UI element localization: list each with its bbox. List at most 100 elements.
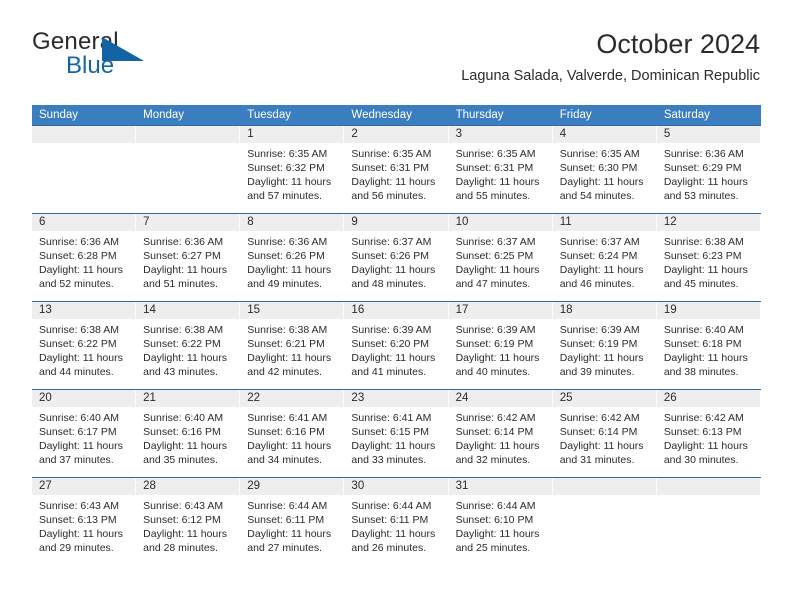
day-number-band	[32, 126, 137, 143]
day-details: Sunrise: 6:36 AM Sunset: 6:28 PM Daylight:…	[32, 231, 136, 291]
sunrise-text: Sunrise: 6:40 AM	[663, 324, 744, 336]
day-details: Sunrise: 6:38 AM Sunset: 6:22 PM Daylight:…	[32, 319, 136, 379]
calendar-day-cell[interactable]: 2 Sunrise: 6:35 AM Sunset: 6:31 PM Daylight…	[344, 126, 449, 213]
sunset-text: Sunset: 6:26 PM	[247, 250, 325, 262]
calendar-day-cell[interactable]: 23 Sunrise: 6:41 AM Sunset: 6:15 PM Dayligh…	[344, 390, 449, 477]
calendar-day-cell[interactable]: 19 Sunrise: 6:40 AM Sunset: 6:18 PM Dayligh…	[656, 302, 761, 389]
calendar-day-cell[interactable]: 13 Sunrise: 6:38 AM Sunset: 6:22 PM Dayligh…	[32, 302, 137, 389]
weekday-header-monday: Monday	[143, 109, 185, 121]
sunrise-text: Sunrise: 6:37 AM	[559, 236, 640, 248]
calendar-day-cell[interactable]: 3 Sunrise: 6:35 AM Sunset: 6:31 PM Daylight…	[448, 126, 553, 213]
day-number: 23	[351, 392, 365, 404]
calendar-day-cell[interactable]: 11 Sunrise: 6:37 AM Sunset: 6:24 PM Dayligh…	[552, 214, 657, 301]
sunrise-text: Sunrise: 6:35 AM	[351, 148, 432, 160]
day-number: 16	[351, 304, 365, 316]
day-number: 25	[559, 392, 573, 404]
daylight-text-line2: and 30 minutes.	[663, 454, 739, 466]
calendar-day-cell[interactable]: 10 Sunrise: 6:37 AM Sunset: 6:25 PM Dayligh…	[448, 214, 553, 301]
daylight-text-line1: Daylight: 11 hours	[351, 352, 436, 364]
daylight-text-line2: and 47 minutes.	[455, 278, 531, 290]
day-number: 11	[559, 216, 572, 228]
sunset-text: Sunset: 6:31 PM	[351, 162, 430, 174]
day-number-band: 9	[344, 214, 449, 231]
day-details: Sunrise: 6:42 AM Sunset: 6:13 PM Daylight:…	[657, 407, 761, 467]
daylight-text-line1: Daylight: 11 hours	[247, 528, 332, 540]
weekday-header-saturday: Saturday	[663, 109, 710, 121]
calendar-day-cell[interactable]: 15 Sunrise: 6:38 AM Sunset: 6:21 PM Dayligh…	[240, 302, 345, 389]
daylight-text-line1: Daylight: 11 hours	[455, 528, 540, 540]
day-details: Sunrise: 6:41 AM Sunset: 6:16 PM Daylight:…	[240, 407, 344, 467]
sunset-text: Sunset: 6:25 PM	[455, 250, 534, 262]
calendar-day-cell[interactable]: 20 Sunrise: 6:40 AM Sunset: 6:17 PM Dayligh…	[32, 390, 137, 477]
calendar-day-cell[interactable]: 26 Sunrise: 6:42 AM Sunset: 6:13 PM Dayligh…	[656, 390, 761, 477]
daylight-text-line2: and 32 minutes.	[455, 454, 531, 466]
sunrise-text: Sunrise: 6:38 AM	[663, 236, 744, 248]
sunrise-text: Sunrise: 6:37 AM	[351, 236, 432, 248]
calendar-day-cell[interactable]: 24 Sunrise: 6:42 AM Sunset: 6:14 PM Dayligh…	[448, 390, 553, 477]
calendar-day-cell[interactable]: 25 Sunrise: 6:42 AM Sunset: 6:14 PM Dayligh…	[552, 390, 657, 477]
sunset-text: Sunset: 6:22 PM	[143, 338, 221, 350]
daylight-text-line1: Daylight: 11 hours	[39, 528, 123, 540]
brand-name-blue: Blue	[66, 52, 115, 79]
daylight-text-line2: and 27 minutes.	[247, 542, 322, 554]
calendar-day-cell[interactable]: 21 Sunrise: 6:40 AM Sunset: 6:16 PM Dayligh…	[136, 390, 241, 477]
daylight-text-line1: Daylight: 11 hours	[559, 264, 644, 276]
calendar-day-cell[interactable]: 18 Sunrise: 6:39 AM Sunset: 6:19 PM Dayligh…	[552, 302, 657, 389]
day-details: Sunrise: 6:39 AM Sunset: 6:20 PM Daylight:…	[344, 319, 448, 379]
calendar-day-cell[interactable]: 28 Sunrise: 6:43 AM Sunset: 6:12 PM Dayligh…	[136, 478, 241, 565]
calendar-day-cell[interactable]: 30 Sunrise: 6:44 AM Sunset: 6:11 PM Dayligh…	[344, 478, 449, 565]
sunset-text: Sunset: 6:14 PM	[559, 426, 638, 438]
day-details: Sunrise: 6:35 AM Sunset: 6:30 PM Daylight:…	[553, 143, 657, 203]
day-number: 19	[663, 304, 677, 316]
calendar-week-row: 1 Sunrise: 6:35 AM Sunset: 6:32 PM Daylight…	[32, 125, 761, 213]
sunrise-text: Sunrise: 6:36 AM	[143, 236, 224, 248]
sunset-text: Sunset: 6:17 PM	[39, 426, 117, 438]
calendar-day-cell[interactable]: 12 Sunrise: 6:38 AM Sunset: 6:23 PM Dayligh…	[656, 214, 761, 301]
day-details: Sunrise: 6:35 AM Sunset: 6:32 PM Daylight:…	[240, 143, 344, 203]
day-number-band: 19	[656, 302, 761, 319]
daylight-text-line2: and 33 minutes.	[351, 454, 427, 466]
daylight-text-line1: Daylight: 11 hours	[663, 440, 748, 452]
sunrise-text: Sunrise: 6:42 AM	[663, 412, 744, 424]
calendar-day-cell[interactable]: 9 Sunrise: 6:37 AM Sunset: 6:26 PM Daylight…	[344, 214, 449, 301]
day-number-band: 23	[344, 390, 449, 407]
calendar-day-cell-empty	[32, 126, 137, 213]
daylight-text-line2: and 34 minutes.	[247, 454, 322, 466]
daylight-text-line2: and 41 minutes.	[351, 366, 427, 378]
calendar-day-cell[interactable]: 8 Sunrise: 6:36 AM Sunset: 6:26 PM Daylight…	[240, 214, 345, 301]
calendar-day-cell[interactable]: 4 Sunrise: 6:35 AM Sunset: 6:30 PM Daylight…	[552, 126, 657, 213]
day-number: 13	[39, 304, 52, 316]
sunset-text: Sunset: 6:11 PM	[247, 514, 325, 526]
sunrise-text: Sunrise: 6:38 AM	[247, 324, 328, 336]
daylight-text-line2: and 42 minutes.	[247, 366, 322, 378]
daylight-text-line1: Daylight: 11 hours	[351, 176, 436, 188]
daylight-text-line1: Daylight: 11 hours	[351, 528, 436, 540]
brand-logo[interactable]: General Blue	[32, 28, 252, 84]
calendar-day-cell-empty	[656, 478, 761, 565]
calendar-day-cell[interactable]: 16 Sunrise: 6:39 AM Sunset: 6:20 PM Dayligh…	[344, 302, 449, 389]
calendar-day-cell[interactable]: 7 Sunrise: 6:36 AM Sunset: 6:27 PM Daylight…	[136, 214, 241, 301]
calendar-page: General Blue October 2024 Laguna Salada,…	[0, 0, 792, 612]
calendar-day-cell[interactable]: 31 Sunrise: 6:44 AM Sunset: 6:10 PM Dayligh…	[448, 478, 553, 565]
calendar-day-cell[interactable]: 6 Sunrise: 6:36 AM Sunset: 6:28 PM Daylight…	[32, 214, 137, 301]
calendar-day-cell[interactable]: 1 Sunrise: 6:35 AM Sunset: 6:32 PM Daylight…	[240, 126, 345, 213]
day-number-band: 6	[32, 214, 137, 231]
sunrise-text: Sunrise: 6:39 AM	[351, 324, 432, 336]
day-number: 2	[351, 128, 358, 140]
sunset-text: Sunset: 6:29 PM	[663, 162, 742, 174]
day-details: Sunrise: 6:42 AM Sunset: 6:14 PM Daylight:…	[449, 407, 553, 467]
day-number: 22	[247, 392, 261, 404]
sunset-text: Sunset: 6:22 PM	[39, 338, 117, 350]
calendar-day-cell[interactable]: 22 Sunrise: 6:41 AM Sunset: 6:16 PM Dayligh…	[240, 390, 345, 477]
calendar-day-cell[interactable]: 14 Sunrise: 6:38 AM Sunset: 6:22 PM Dayligh…	[136, 302, 241, 389]
calendar-day-cell[interactable]: 27 Sunrise: 6:43 AM Sunset: 6:13 PM Dayligh…	[32, 478, 137, 565]
day-number-band: 24	[448, 390, 553, 407]
calendar-day-cell[interactable]: 5 Sunrise: 6:36 AM Sunset: 6:29 PM Daylight…	[656, 126, 761, 213]
page-title: October 2024	[596, 29, 760, 59]
day-number: 9	[351, 216, 358, 228]
day-details: Sunrise: 6:40 AM Sunset: 6:17 PM Daylight:…	[32, 407, 136, 467]
daylight-text-line1: Daylight: 11 hours	[39, 264, 123, 276]
daylight-text-line1: Daylight: 11 hours	[455, 176, 540, 188]
calendar-day-cell[interactable]: 29 Sunrise: 6:44 AM Sunset: 6:11 PM Dayligh…	[240, 478, 345, 565]
calendar-day-cell[interactable]: 17 Sunrise: 6:39 AM Sunset: 6:19 PM Dayligh…	[448, 302, 553, 389]
